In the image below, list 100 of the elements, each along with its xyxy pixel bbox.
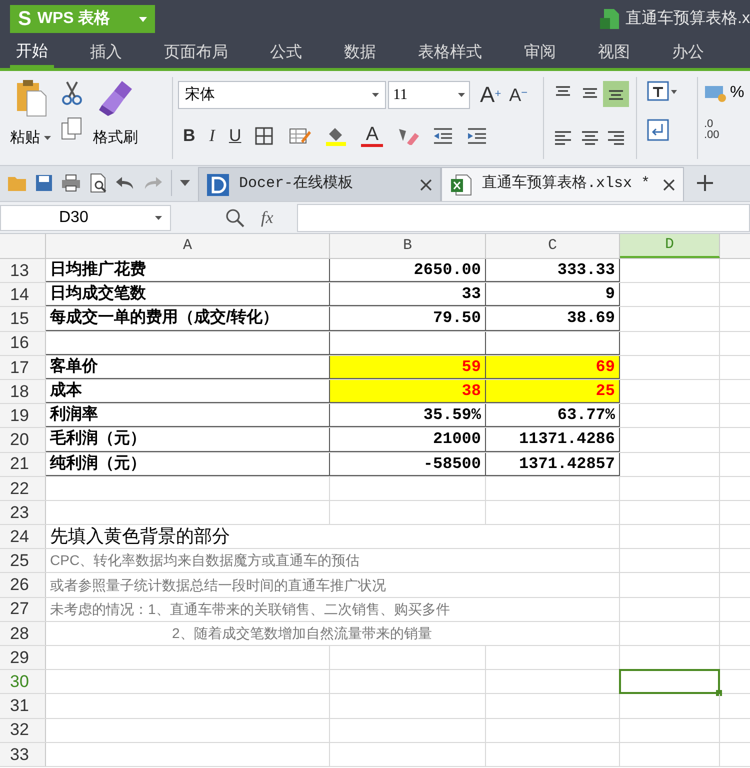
row-header[interactable]: 18 bbox=[0, 380, 46, 404]
close-icon[interactable] bbox=[420, 178, 432, 190]
table-cell: 69 bbox=[486, 356, 620, 379]
caret-icon[interactable] bbox=[458, 93, 465, 97]
increase-indent-icon[interactable] bbox=[467, 128, 488, 144]
table-cell: 成本 bbox=[46, 380, 330, 404]
insert-function-button[interactable]: fx bbox=[261, 204, 274, 230]
note-text: 或者参照量子统计数据总结一段时间的直通车推广状况 bbox=[50, 576, 386, 595]
close-icon[interactable] bbox=[663, 178, 675, 190]
row-header[interactable]: 31 bbox=[0, 694, 46, 718]
column-header[interactable]: B bbox=[330, 234, 486, 258]
table-style-icon[interactable] bbox=[289, 126, 312, 145]
table-cell: -58500 bbox=[330, 452, 486, 476]
row-header[interactable]: 23 bbox=[0, 500, 46, 524]
caret-icon[interactable] bbox=[372, 93, 379, 97]
document-tab[interactable]: 直通车预算表格.xlsx * bbox=[441, 167, 684, 201]
grow-font-button[interactable]: A$^{+}$ bbox=[480, 84, 502, 106]
row-header[interactable]: 32 bbox=[0, 718, 46, 742]
paste-icon[interactable] bbox=[14, 79, 46, 117]
fill-color-icon[interactable] bbox=[325, 126, 348, 146]
caret-icon[interactable] bbox=[180, 180, 190, 186]
row-header[interactable]: 26 bbox=[0, 573, 46, 597]
table-cell: 9 bbox=[486, 283, 620, 306]
percent-label[interactable]: % bbox=[730, 81, 744, 105]
name-box[interactable]: D30 bbox=[0, 204, 171, 230]
table-cell: 333.33 bbox=[486, 259, 620, 282]
row-header[interactable]: 33 bbox=[0, 742, 46, 766]
caret-icon[interactable] bbox=[44, 136, 51, 140]
heading-text: 先填入黄色背景的部分 bbox=[50, 525, 230, 548]
note-text: CPC、转化率数据均来自数据魔方或直通车的预估 bbox=[50, 551, 360, 570]
d-logo-icon bbox=[207, 174, 229, 196]
menu-tab[interactable]: 审阅 bbox=[518, 38, 562, 68]
row-header[interactable]: 25 bbox=[0, 549, 46, 572]
row-header[interactable]: 27 bbox=[0, 598, 46, 621]
borders-icon[interactable] bbox=[255, 126, 276, 145]
underline-button[interactable]: U bbox=[228, 123, 242, 148]
printer-icon[interactable] bbox=[61, 174, 81, 192]
save-icon[interactable] bbox=[35, 174, 53, 192]
window-title: 直通车预算表格.x bbox=[626, 8, 750, 29]
menu-tab[interactable]: 办公 bbox=[666, 38, 710, 68]
spreadsheet-file-icon bbox=[600, 8, 620, 30]
row-header[interactable]: 20 bbox=[0, 428, 46, 452]
row-header[interactable]: 13 bbox=[0, 259, 46, 282]
font-size-dropdown[interactable]: 11 bbox=[388, 81, 470, 109]
note-text: 2、随着成交笔数增加自然流量带来的销量 bbox=[172, 624, 432, 643]
table-cell: 毛利润（元） bbox=[46, 428, 330, 452]
row-header[interactable]: 19 bbox=[0, 404, 46, 428]
table-cell: 日均推广花费 bbox=[46, 259, 330, 282]
align-icon[interactable] bbox=[603, 81, 630, 107]
menu-tab[interactable]: 公式 bbox=[264, 38, 308, 68]
row-header[interactable]: 17 bbox=[0, 356, 46, 379]
menu-tab[interactable]: 页面布局 bbox=[158, 38, 234, 68]
decrease-indent-icon[interactable] bbox=[433, 128, 454, 144]
undo-icon[interactable] bbox=[115, 175, 135, 191]
eraser-icon[interactable] bbox=[397, 126, 420, 145]
menu-tab[interactable]: 数据 bbox=[338, 38, 382, 68]
document-tab[interactable]: Docer-在线模板 bbox=[198, 167, 441, 201]
row-header[interactable]: 29 bbox=[0, 646, 46, 670]
row-header[interactable]: 30 bbox=[0, 670, 46, 694]
copy-icon[interactable] bbox=[61, 117, 83, 141]
formula-input-field[interactable] bbox=[297, 204, 750, 232]
table-cell: 25 bbox=[486, 380, 620, 404]
table-cell: 1371.42857 bbox=[486, 452, 620, 476]
table-cell: 2650.00 bbox=[330, 259, 486, 282]
font-dropdown[interactable]: 宋体 bbox=[178, 81, 386, 109]
menu-tab[interactable]: 表格样式 bbox=[412, 38, 488, 68]
increase-decimal-button[interactable]: .0 .00 bbox=[704, 119, 744, 141]
table-cell: 纯利润（元） bbox=[46, 452, 330, 476]
scissors-icon[interactable] bbox=[61, 81, 83, 105]
row-header[interactable]: 21 bbox=[0, 452, 46, 476]
table-cell: 11371.4286 bbox=[486, 428, 620, 452]
spreadsheet-file-icon bbox=[450, 174, 472, 196]
font-color-button[interactable]: A bbox=[361, 124, 384, 147]
row-header[interactable]: 14 bbox=[0, 283, 46, 306]
row-header[interactable]: 15 bbox=[0, 307, 46, 331]
text-box-icon[interactable] bbox=[647, 81, 677, 103]
paste-button[interactable]: 粘贴 bbox=[10, 127, 51, 150]
table-cell: 38.69 bbox=[486, 307, 620, 331]
table-cell: 21000 bbox=[330, 428, 486, 452]
menu-tab[interactable]: 开始 bbox=[10, 38, 54, 68]
caret-icon bbox=[139, 16, 147, 22]
row-header[interactable]: 22 bbox=[0, 476, 46, 500]
table-cell: 利润率 bbox=[46, 404, 330, 428]
table-cell: 客单价 bbox=[46, 356, 330, 379]
italic-button[interactable]: I bbox=[209, 123, 215, 148]
menu-tab[interactable]: 插入 bbox=[84, 38, 128, 68]
column-header[interactable]: A bbox=[46, 234, 330, 258]
shrink-font-button[interactable]: A$^{−}$ bbox=[509, 86, 528, 104]
note-text: 未考虑的情况：1、直通车带来的关联销售、二次销售、购买多件 bbox=[50, 600, 450, 619]
zoom-icon[interactable] bbox=[225, 208, 245, 228]
table-cell: 38 bbox=[330, 380, 486, 404]
row-header[interactable]: 28 bbox=[0, 622, 46, 645]
row-header[interactable]: 16 bbox=[0, 332, 46, 355]
menu-tab[interactable]: 视图 bbox=[592, 38, 636, 68]
row-header[interactable]: 24 bbox=[0, 525, 46, 548]
add-tab-icon[interactable] bbox=[696, 174, 714, 192]
print-preview-icon[interactable] bbox=[89, 173, 107, 193]
bold-button[interactable]: B bbox=[183, 123, 196, 148]
format-painter-button[interactable]: 格式刷 bbox=[93, 127, 138, 150]
wrap-text-icon[interactable] bbox=[647, 119, 669, 141]
